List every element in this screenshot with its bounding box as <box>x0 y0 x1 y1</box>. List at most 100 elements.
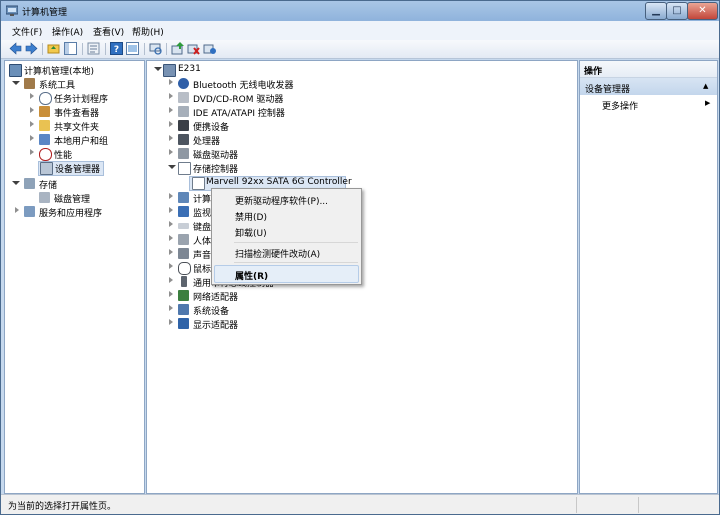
action-more-actions[interactable]: 更多操作 ▶ <box>580 96 717 112</box>
menu-help[interactable]: 帮助(H) <box>132 25 164 38</box>
portable-device-icon <box>178 120 189 131</box>
collapsed-arrow-icon[interactable] <box>169 235 173 241</box>
tree-item-disk-management[interactable]: 磁盘管理 <box>5 191 144 205</box>
collapsed-arrow-icon[interactable] <box>30 135 34 141</box>
collapsed-arrow-icon[interactable] <box>169 305 173 311</box>
menu-view[interactable]: 查看(V) <box>93 25 124 38</box>
collapsed-arrow-icon[interactable] <box>169 249 173 255</box>
back-arrow-icon[interactable] <box>9 42 22 55</box>
properties-icon[interactable] <box>87 42 100 55</box>
show-hide-tree-icon[interactable] <box>64 42 77 55</box>
tree-item-root[interactable]: 计算机管理(本地) <box>5 63 144 77</box>
disable-device-icon[interactable] <box>187 42 200 55</box>
expanded-arrow-icon[interactable] <box>12 181 20 185</box>
menu-file[interactable]: 文件(F) <box>12 25 42 38</box>
tree-item-services-apps[interactable]: 服务和应用程序 <box>5 205 144 219</box>
tree-item-label: 便携设备 <box>193 123 230 133</box>
device-category-network[interactable]: 网络适配器 <box>147 289 577 303</box>
menu-item-disable[interactable]: 禁用(D) <box>235 210 267 223</box>
tree-item-local-users[interactable]: 本地用户和组 <box>5 133 144 147</box>
tree-item-label: Bluetooth 无线电收发器 <box>193 81 294 91</box>
device-category-portable[interactable]: 便携设备 <box>147 119 577 133</box>
device-category-system[interactable]: 系统设备 <box>147 303 577 317</box>
expanded-arrow-icon[interactable] <box>154 67 162 71</box>
collapsed-arrow-icon[interactable] <box>169 263 173 269</box>
tree-item-label: 存储 <box>39 181 58 191</box>
device-category-processor[interactable]: 处理器 <box>147 133 577 147</box>
computer-management-window: 计算机管理 ▁ □ ✕ 文件(F) 操作(A) 查看(V) 帮助(H) ? 计算… <box>0 0 720 515</box>
tree-item-label: 共享文件夹 <box>54 123 100 133</box>
device-category-dvd[interactable]: DVD/CD-ROM 驱动器 <box>147 91 577 105</box>
menu-action[interactable]: 操作(A) <box>52 25 83 38</box>
scan-hardware-icon[interactable] <box>149 42 162 55</box>
tree-item-label: 计算机管理(本地) <box>24 67 95 77</box>
menu-separator <box>234 262 358 263</box>
toolbar-separator <box>82 43 83 55</box>
collapsed-arrow-icon[interactable] <box>30 93 34 99</box>
collapsed-arrow-icon[interactable] <box>169 291 173 297</box>
collapse-arrow-icon[interactable]: ▲ <box>703 82 708 90</box>
collapsed-arrow-icon[interactable] <box>15 207 19 213</box>
collapsed-arrow-icon[interactable] <box>169 121 173 127</box>
tree-item-label: 磁盘管理 <box>54 195 91 205</box>
collapsed-arrow-icon[interactable] <box>169 135 173 141</box>
collapsed-arrow-icon[interactable] <box>169 221 173 227</box>
view-icon[interactable] <box>126 42 139 55</box>
maximize-button[interactable]: □ <box>666 2 688 20</box>
collapsed-arrow-icon[interactable] <box>169 93 173 99</box>
expanded-arrow-icon[interactable] <box>12 81 20 85</box>
network-adapter-icon <box>178 290 189 301</box>
update-driver-icon[interactable] <box>171 42 184 55</box>
tree-item-label: 人体 <box>193 237 212 247</box>
tree-item-system-tools[interactable]: 系统工具 <box>5 77 144 91</box>
computer-icon <box>163 64 176 77</box>
console-tree-pane: 计算机管理(本地) 系统工具 任务计划程序 事件查看器 共享文件夹 本地用户和组 <box>4 60 145 494</box>
minimize-button[interactable]: ▁ <box>645 2 667 20</box>
tree-item-performance[interactable]: 性能 <box>5 147 144 161</box>
device-category-ide[interactable]: IDE ATA/ATAPI 控制器 <box>147 105 577 119</box>
tree-item-label: 鼠标 <box>193 265 212 275</box>
collapsed-arrow-icon[interactable] <box>169 149 173 155</box>
menu-item-scan-hardware[interactable]: 扫描检测硬件改动(A) <box>235 247 320 260</box>
computer-management-icon <box>9 64 22 77</box>
tree-item-label: 处理器 <box>193 137 221 147</box>
tree-item-shared-folders[interactable]: 共享文件夹 <box>5 119 144 133</box>
collapsed-arrow-icon[interactable] <box>169 277 173 283</box>
forward-arrow-icon[interactable] <box>25 42 38 55</box>
tree-item-event-viewer[interactable]: 事件查看器 <box>5 105 144 119</box>
device-category-bluetooth[interactable]: Bluetooth 无线电收发器 <box>147 77 577 91</box>
collapsed-arrow-icon[interactable] <box>30 107 34 113</box>
help-icon[interactable]: ? <box>110 42 123 55</box>
monitor-icon <box>178 206 189 217</box>
actions-section-device-manager[interactable]: 设备管理器 ▲ <box>580 78 717 95</box>
device-context-menu: 更新驱动程序软件(P)... 禁用(D) 卸载(U) 扫描检测硬件改动(A) 属… <box>211 188 362 285</box>
device-tree-root[interactable]: E231 <box>147 63 577 77</box>
collapsed-arrow-icon[interactable] <box>169 107 173 113</box>
tree-item-label: 监视 <box>193 209 212 219</box>
expanded-arrow-icon[interactable] <box>168 165 176 169</box>
collapsed-arrow-icon[interactable] <box>169 193 173 199</box>
tree-item-label: 键盘 <box>193 223 212 233</box>
menu-item-uninstall[interactable]: 卸载(U) <box>235 226 267 239</box>
device-category-disk[interactable]: 磁盘驱动器 <box>147 147 577 161</box>
collapsed-arrow-icon[interactable] <box>30 149 34 155</box>
window-title: 计算机管理 <box>22 8 68 18</box>
enable-device-icon[interactable] <box>203 42 216 55</box>
toolbar-separator <box>105 43 106 55</box>
tree-item-storage[interactable]: 存储 <box>5 177 144 191</box>
device-category-display[interactable]: 显示适配器 <box>147 317 577 331</box>
tree-item-task-scheduler[interactable]: 任务计划程序 <box>5 91 144 105</box>
collapsed-arrow-icon[interactable] <box>30 121 34 127</box>
tree-item-label: E231 <box>178 64 201 74</box>
speaker-icon <box>178 248 189 259</box>
menu-item-update-driver[interactable]: 更新驱动程序软件(P)... <box>235 194 328 207</box>
close-button[interactable]: ✕ <box>687 2 718 20</box>
tree-item-device-manager[interactable]: 设备管理器 <box>38 161 104 176</box>
collapsed-arrow-icon[interactable] <box>169 207 173 213</box>
collapsed-arrow-icon[interactable] <box>169 319 173 325</box>
up-folder-icon[interactable] <box>47 42 60 55</box>
menu-item-properties[interactable]: 属性(R) <box>235 269 268 282</box>
title-bar[interactable]: 计算机管理 ▁ □ ✕ <box>1 1 719 21</box>
device-category-storage-controller[interactable]: 存储控制器 <box>147 161 577 175</box>
collapsed-arrow-icon[interactable] <box>169 79 173 85</box>
